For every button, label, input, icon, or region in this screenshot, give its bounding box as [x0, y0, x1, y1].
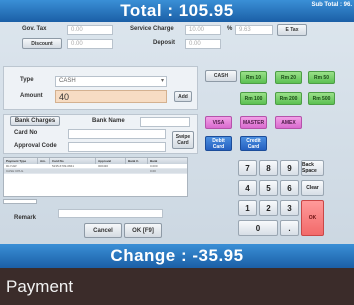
discount-field[interactable]: 0.00: [67, 39, 113, 49]
key-1[interactable]: 1: [238, 200, 257, 216]
key-6[interactable]: 6: [280, 180, 299, 196]
table-cell: [126, 169, 148, 173]
key-decimal[interactable]: .: [280, 220, 299, 236]
table-cell: 5235-6709-0841: [52, 164, 75, 168]
cash-button[interactable]: CASH: [205, 70, 237, 82]
amex-button[interactable]: AMEX: [275, 116, 302, 129]
amount-field[interactable]: 40: [55, 90, 167, 103]
key-5[interactable]: 5: [259, 180, 278, 196]
payment-type-panel: [3, 66, 198, 110]
rm100-button[interactable]: Rm 100: [240, 92, 267, 105]
service-charge-amount-field[interactable]: 9.63: [235, 25, 273, 35]
approval-code-label: Approval Code: [14, 143, 57, 149]
e-tax-button[interactable]: E Tax: [277, 24, 307, 36]
amount-label: Amount: [20, 93, 43, 99]
subtotal-label: Sub Total : 96.: [311, 2, 352, 8]
key-9[interactable]: 9: [280, 160, 299, 176]
rm500-button[interactable]: Rm 500: [308, 92, 335, 105]
table-row[interactable]: CASH CPLG 0.00: [4, 169, 187, 174]
table-cell: 0.000: [150, 164, 158, 168]
card-no-field[interactable]: [68, 129, 166, 139]
clear-key[interactable]: Clear: [301, 180, 324, 196]
key-3[interactable]: 3: [280, 200, 299, 216]
key-2[interactable]: 2: [259, 200, 278, 216]
chevron-down-icon: ▾: [160, 78, 164, 84]
table-cell: [96, 169, 126, 173]
type-value: CASH: [59, 78, 76, 84]
visa-button[interactable]: VISA: [205, 116, 232, 129]
table-cell: RLYHW: [6, 164, 17, 168]
service-charge-percent-field[interactable]: 10.00: [185, 25, 221, 35]
backspace-key[interactable]: Back Space: [301, 160, 324, 176]
change-label: Change : -35.95: [0, 244, 354, 268]
type-select[interactable]: CASH ▾: [55, 76, 167, 87]
key-4[interactable]: 4: [238, 180, 257, 196]
total-label: Total : 105.95: [120, 1, 234, 20]
remark-label: Remark: [14, 215, 37, 221]
table-cell: 0.00: [150, 169, 156, 173]
footer-title: Payment: [0, 268, 354, 305]
table-cell: [38, 169, 50, 173]
percent-sign: %: [227, 26, 233, 32]
cancel-button[interactable]: Cancel: [84, 223, 122, 238]
gov-tax-field[interactable]: 0.00: [67, 25, 113, 35]
rm20-button[interactable]: Rm 20: [275, 71, 302, 84]
card-no-label: Card No: [14, 130, 38, 136]
total-bar: Total : 105.95 Sub Total : 96.: [0, 0, 354, 22]
key-0[interactable]: 0: [238, 220, 278, 236]
gov-tax-label: Gov. Tax: [22, 26, 47, 32]
rm200-button[interactable]: Rm 200: [275, 92, 302, 105]
master-button[interactable]: MASTER: [240, 116, 267, 129]
table-cell: 000430: [98, 164, 109, 168]
remark-field[interactable]: [58, 209, 163, 218]
table-cell: CASH CPLG: [6, 169, 24, 173]
rm10-button[interactable]: Rm 10: [240, 71, 267, 84]
key-7[interactable]: 7: [238, 160, 257, 176]
deposit-label: Deposit: [153, 40, 176, 46]
table-cell: [126, 164, 148, 168]
service-charge-label: Service Charge: [130, 26, 174, 32]
ok-f9-button[interactable]: OK [F9]: [124, 223, 162, 238]
rm50-button[interactable]: Rm 50: [308, 71, 335, 84]
keypad-ok-key[interactable]: OK: [301, 200, 324, 236]
table-scrollbar[interactable]: [3, 199, 37, 204]
bank-charges-button[interactable]: Bank Charges: [10, 116, 60, 126]
add-button[interactable]: Add: [174, 91, 192, 102]
type-label: Type: [20, 77, 34, 83]
swipe-card-button[interactable]: Swipe Card: [172, 131, 194, 149]
table-cell: [38, 164, 50, 168]
payments-table: Payment Type Am. Card No Approval Bank C…: [3, 157, 188, 197]
credit-card-button[interactable]: Credit Card: [240, 136, 267, 151]
bank-name-label: Bank Name: [92, 118, 125, 124]
debit-card-button[interactable]: Debit Card: [205, 136, 232, 151]
key-8[interactable]: 8: [259, 160, 278, 176]
discount-button[interactable]: Discount: [22, 38, 62, 49]
deposit-field[interactable]: 0.00: [185, 39, 221, 49]
approval-code-field[interactable]: [68, 142, 166, 152]
bank-name-field[interactable]: [140, 117, 190, 127]
table-cell: [50, 169, 96, 173]
payment-window: Total : 105.95 Sub Total : 96. Gov. Tax …: [0, 0, 354, 305]
